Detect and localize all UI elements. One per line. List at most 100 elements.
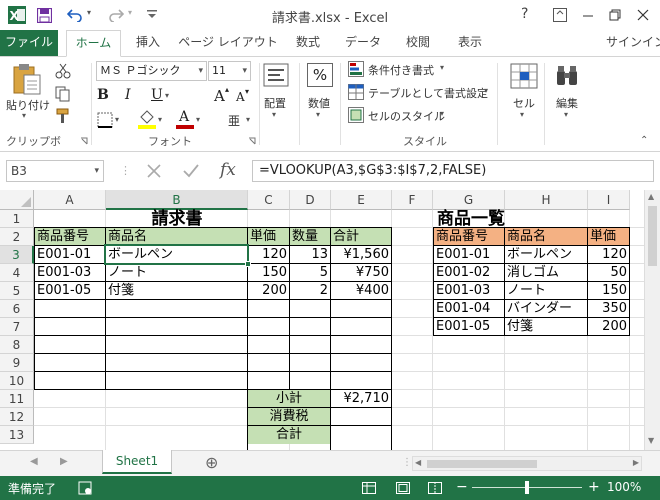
editing-button[interactable]: 編集 — [556, 95, 578, 111]
invoice-header-code[interactable]: 商品番号 — [35, 228, 105, 246]
table-cell[interactable]: E001-05 — [434, 318, 504, 336]
borders-icon[interactable] — [97, 112, 113, 128]
copy-icon[interactable] — [55, 86, 71, 102]
table-cell[interactable]: 120 — [248, 246, 289, 264]
row-header-8[interactable]: 8 — [0, 336, 34, 354]
table-cell[interactable]: E001-01 — [434, 246, 504, 264]
collapse-ribbon-icon[interactable]: ⌃ — [640, 135, 648, 146]
table-cell[interactable]: 350 — [588, 300, 629, 318]
table-cell[interactable]: ¥750 — [331, 264, 391, 282]
underline-dropdown-icon[interactable]: ▾ — [165, 91, 169, 100]
invoice-title[interactable]: 請求書 — [106, 209, 248, 229]
tab-split-grip-icon[interactable]: ⋮ — [402, 457, 412, 468]
alignment-icon[interactable] — [263, 63, 289, 87]
scroll-right-icon[interactable]: ▶ — [633, 458, 639, 467]
font-launcher-icon[interactable] — [248, 137, 256, 145]
vertical-scroll-thumb[interactable] — [648, 206, 657, 266]
column-header-a[interactable]: A — [34, 190, 106, 210]
alignment-button[interactable]: 配置 — [264, 95, 286, 111]
table-cell[interactable]: 50 — [588, 264, 629, 282]
zoom-in-button[interactable]: + — [588, 479, 600, 495]
tab-file[interactable]: ファイル — [0, 30, 58, 56]
format-as-table-button[interactable]: テーブルとして書式設定 — [368, 85, 488, 101]
invoice-header-total[interactable]: 合計 — [331, 228, 391, 246]
scroll-left-icon[interactable]: ◀ — [415, 458, 421, 467]
table-cell[interactable]: 13 — [290, 246, 330, 264]
font-size-select[interactable]: 11 ▾ — [208, 61, 251, 81]
row-header-11[interactable]: 11 — [0, 390, 34, 408]
column-header-c[interactable]: C — [248, 190, 290, 210]
column-header-h[interactable]: H — [505, 190, 588, 210]
conditional-format-dropdown-icon[interactable]: ▾ — [440, 63, 444, 72]
row-header-13[interactable]: 13 — [0, 426, 34, 444]
cells-button[interactable]: セル — [513, 95, 535, 111]
table-cell[interactable]: E001-03 — [35, 264, 105, 282]
font-color-dropdown-icon[interactable]: ▾ — [196, 115, 200, 124]
insert-function-button[interactable]: fx — [220, 160, 236, 180]
table-cell[interactable]: 付箋 — [106, 282, 247, 300]
invoice-header-price[interactable]: 単価 — [248, 228, 289, 246]
help-button[interactable]: ? — [521, 6, 528, 22]
binoculars-icon[interactable] — [554, 63, 580, 87]
sheet-next-icon[interactable]: ▶ — [60, 456, 68, 467]
normal-view-icon[interactable] — [362, 482, 376, 494]
phonetic-guide-icon[interactable]: 亜 — [228, 111, 244, 127]
table-cell[interactable]: 5 — [290, 264, 330, 282]
format-painter-icon[interactable] — [55, 108, 71, 124]
column-header-i[interactable]: I — [588, 190, 630, 210]
page-break-view-icon[interactable] — [428, 482, 442, 494]
row-header-12[interactable]: 12 — [0, 408, 34, 426]
zoom-out-button[interactable]: − — [456, 479, 468, 495]
format-as-table-icon[interactable] — [348, 84, 364, 100]
table-cell[interactable]: ¥400 — [331, 282, 391, 300]
signin-link[interactable]: サインイン — [606, 30, 660, 56]
cell-styles-icon[interactable] — [348, 107, 364, 123]
subtotal-label[interactable]: 小計 — [248, 390, 330, 408]
table-cell[interactable]: 200 — [588, 318, 629, 336]
total-label[interactable]: 合計 — [248, 426, 330, 444]
font-shrink-button[interactable]: A — [236, 90, 245, 104]
table-cell[interactable]: 150 — [588, 282, 629, 300]
table-cell[interactable]: ノート — [505, 282, 587, 300]
cut-icon[interactable] — [55, 63, 71, 79]
table-cell[interactable]: ノート — [106, 264, 247, 282]
column-header-b[interactable]: B — [106, 190, 248, 210]
tab-review[interactable]: 校閲 — [396, 30, 440, 56]
paste-icon[interactable] — [12, 63, 42, 95]
column-header-e[interactable]: E — [331, 190, 392, 210]
scroll-up-icon[interactable]: ▲ — [648, 192, 654, 201]
row-header-3[interactable]: 3 — [0, 246, 34, 264]
table-cell[interactable]: 消しゴム — [505, 264, 587, 282]
format-as-table-dropdown-icon[interactable]: ▾ — [484, 86, 488, 95]
tab-data[interactable]: データ — [336, 30, 390, 56]
sheet-tab-sheet1[interactable]: Sheet1 — [102, 450, 172, 474]
font-grow-button[interactable]: A — [214, 87, 225, 105]
phonetic-dropdown-icon[interactable]: ▾ — [246, 115, 250, 124]
row-header-2[interactable]: 2 — [0, 228, 34, 246]
row-header-1[interactable]: 1 — [0, 210, 34, 228]
ribbon-display-options-icon[interactable] — [553, 8, 567, 22]
new-sheet-button[interactable]: ⊕ — [205, 453, 218, 472]
tab-page-layout[interactable]: ページ レイアウト — [178, 30, 278, 56]
row-header-5[interactable]: 5 — [0, 282, 34, 300]
scroll-down-icon[interactable]: ▼ — [648, 436, 654, 445]
row-header-9[interactable]: 9 — [0, 354, 34, 372]
tax-label[interactable]: 消費税 — [248, 408, 330, 426]
borders-dropdown-icon[interactable]: ▾ — [115, 115, 119, 124]
subtotal-value[interactable]: ¥2,710 — [331, 390, 391, 408]
name-box[interactable]: B3 ▾ — [6, 160, 104, 182]
cells-dropdown-icon[interactable]: ▾ — [520, 110, 524, 119]
row-header-4[interactable]: 4 — [0, 264, 34, 282]
font-color-button[interactable]: A — [176, 109, 194, 129]
table-cell[interactable]: バインダー — [505, 300, 587, 318]
number-dropdown-icon[interactable]: ▾ — [316, 110, 320, 119]
conditional-format-icon[interactable] — [348, 61, 364, 77]
cells-icon[interactable] — [510, 63, 538, 89]
catalog-header-code[interactable]: 商品番号 — [434, 228, 504, 246]
tab-insert[interactable]: 挿入 — [126, 30, 170, 56]
table-cell[interactable]: ボールペン — [505, 246, 587, 264]
select-all-corner[interactable] — [0, 190, 34, 210]
catalog-header-price[interactable]: 単価 — [588, 228, 629, 246]
macro-record-icon[interactable] — [78, 481, 92, 495]
close-icon[interactable] — [636, 8, 650, 22]
